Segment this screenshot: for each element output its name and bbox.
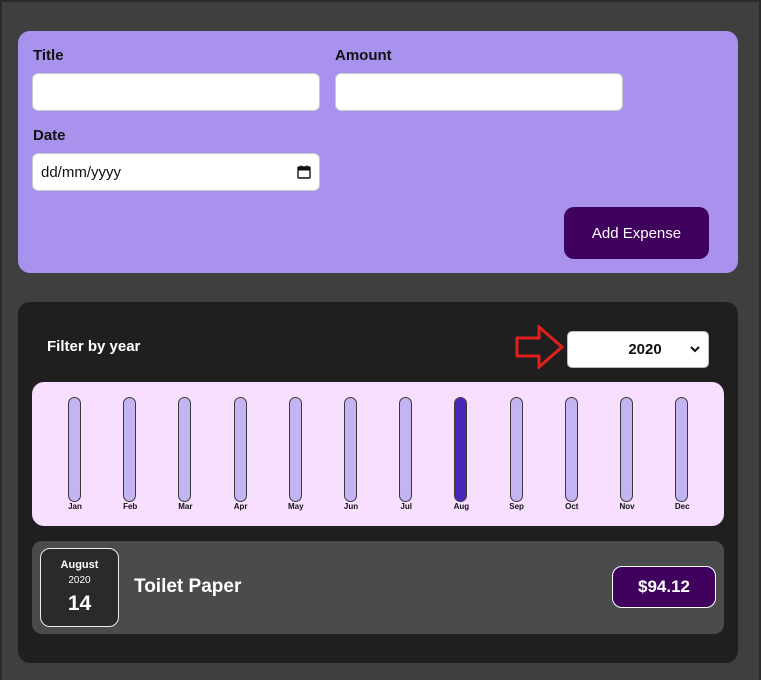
chart-bar-feb [123,397,137,502]
new-expense-form: Title Amount Date dd/mm/yyyy Add Expense [18,31,738,273]
chart-bar-may [288,397,302,502]
chart-bar-mar [178,397,192,502]
expense-price-badge: $94.12 [612,566,716,608]
chart-bar-aug [454,397,468,502]
chart-label-may: May [288,502,304,511]
expense-date-day: 14 [67,592,92,615]
chevron-down-icon [690,346,700,353]
chart-label-sep: Sep [509,502,524,511]
window-border-top [0,0,761,2]
chart-bar-nov [620,397,633,502]
chart-label-mar: Mar [178,502,193,511]
chart-label-nov: Nov [619,502,635,511]
chart-bar-fill-aug [455,398,467,501]
red-arrow-icon [515,325,565,369]
amount-input[interactable] [335,73,623,111]
chart-bar-oct [564,397,578,502]
chart-bar-jun [344,397,357,502]
date-label: Date [33,127,66,144]
expense-date-year: 2020 [68,575,91,586]
chart-label-jun: Jun [343,502,359,511]
expense-title: Toilet Paper [134,576,242,597]
chart-bar-apr [233,397,247,502]
date-input[interactable]: dd/mm/yyyy [32,153,320,191]
title-input[interactable] [32,73,320,111]
filter-label: Filter by year [47,338,141,355]
chart-bar-jul [399,397,413,502]
chart-label-jul: Jul [400,502,412,511]
amount-label: Amount [335,47,392,64]
expense-item[interactable]: August 2020 14 Toilet Paper $94.12 [32,541,724,634]
chart-label-aug: Aug [453,502,470,511]
year-filter-value: 2020 [628,341,662,358]
expenses-card: Filter by year 2020 Jan Feb Mar Apr May Jun Ju… [18,302,738,663]
chart-label-dec: Dec [674,502,690,511]
year-filter-select[interactable]: 2020 [567,331,709,368]
chart-bar-dec [675,397,689,502]
expense-date: August 2020 14 [40,548,119,627]
date-placeholder: dd/mm/yyyy [41,163,122,181]
chart-label-jan: Jan [68,502,82,511]
chart-bar-jan [68,397,81,502]
title-label: Title [33,47,64,64]
chart-label-apr: Apr [233,502,248,511]
monthly-expenses-chart: Jan Feb Mar Apr May Jun Jul Aug Sep Oct Nov Dec [32,382,724,526]
expense-date-month: August [60,559,99,571]
chart-label-oct: Oct [565,502,579,511]
window-border-left [0,0,2,680]
calendar-icon[interactable] [297,165,311,179]
chart-label-feb: Feb [123,502,138,511]
add-expense-button[interactable]: Add Expense [564,207,709,259]
chart-bar-sep [509,397,523,502]
